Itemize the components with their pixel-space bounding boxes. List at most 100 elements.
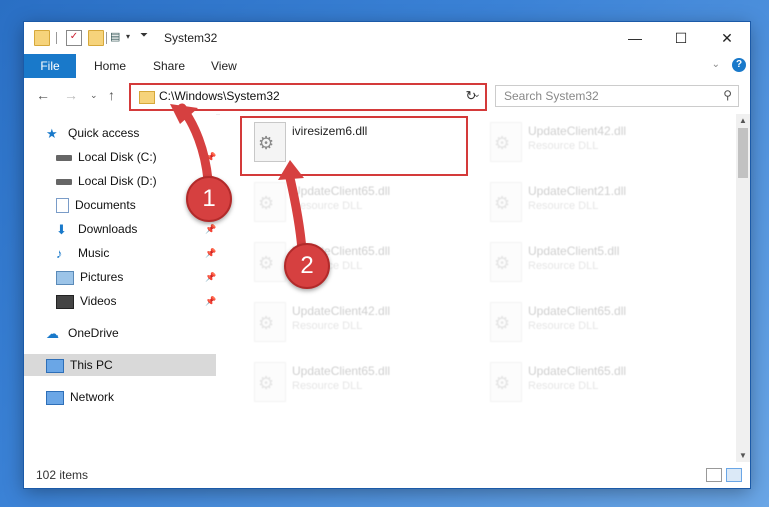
sidebar-item-label: Documents <box>75 198 136 212</box>
file-type: Resource DLL <box>528 260 599 272</box>
tab-file[interactable]: File <box>24 54 76 78</box>
sidebar-item-downloads[interactable]: ⬇ Downloads <box>56 218 137 240</box>
file-list: ⚙ iviresizem6.dll ⚙ UpdateClient42.dll R… <box>220 114 736 462</box>
pin-icon[interactable]: 📌 <box>205 272 216 283</box>
item-count: 102 items <box>36 468 89 482</box>
file-name: UpdateClient65.dll <box>292 364 391 378</box>
sidebar-item-label: Local Disk (C:) <box>78 150 157 164</box>
videos-icon <box>56 294 74 309</box>
status-bar: 102 items <box>24 462 750 488</box>
dll-file-icon: ⚙ <box>490 302 522 342</box>
file-item[interactable]: ⚙ UpdateClient65.dll Resource DLL <box>482 298 682 348</box>
file-item[interactable]: ⚙ UpdateClient42.dll Resource DLL <box>246 298 446 348</box>
file-type: Resource DLL <box>528 380 599 392</box>
close-button[interactable]: ✕ <box>704 22 750 54</box>
file-type: Resource DLL <box>528 200 599 212</box>
quick-access-toolbar-icon[interactable]: ▤ <box>110 30 124 44</box>
documents-icon <box>56 198 69 214</box>
pin-icon[interactable]: 📌 <box>205 248 216 259</box>
expand-ribbon-chevron-icon[interactable]: ⌄ <box>712 59 720 70</box>
toolbar-dropdown-icon[interactable]: ⏷ <box>140 30 148 41</box>
sidebar-item-music[interactable]: ♪ Music <box>56 242 109 264</box>
sidebar-item-label: This PC <box>70 358 113 372</box>
drive-icon <box>56 178 72 185</box>
file-item[interactable]: ⚙ UpdateClient65.dll Resource DLL <box>246 238 446 288</box>
search-icon[interactable]: ⚲ <box>723 88 732 102</box>
sidebar-item-videos[interactable]: Videos <box>56 290 116 312</box>
file-item[interactable]: ⚙ UpdateClient65.dll Resource DLL <box>482 358 682 408</box>
maximize-button[interactable]: ☐ <box>658 22 704 54</box>
music-icon: ♪ <box>56 245 63 261</box>
minimize-button[interactable]: — <box>612 22 658 54</box>
tab-home[interactable]: Home <box>94 54 126 78</box>
recent-locations-chevron-icon[interactable]: ⌄ <box>90 90 98 101</box>
new-folder-icon[interactable] <box>88 30 104 46</box>
sidebar-item-this-pc[interactable]: This PC <box>24 354 216 376</box>
scroll-thumb[interactable] <box>738 128 748 178</box>
refresh-button[interactable]: ↻ <box>461 86 481 106</box>
sidebar-item-label: Quick access <box>68 126 140 140</box>
scroll-down-arrow-icon[interactable]: ▼ <box>739 451 747 460</box>
customize-toolbar-chevron-icon[interactable]: ▾ <box>126 32 130 41</box>
sidebar-item-quick-access[interactable]: ★ Quick access <box>46 122 139 144</box>
gear-icon: ⚙ <box>258 253 275 273</box>
tab-share[interactable]: Share <box>153 54 185 78</box>
tab-view[interactable]: View <box>211 54 237 78</box>
file-name: UpdateClient21.dll <box>528 184 627 198</box>
file-name: UpdateClient42.dll <box>292 304 391 318</box>
sidebar-item-local-disk-c[interactable]: Local Disk (C:) <box>56 146 157 168</box>
gear-icon: ⚙ <box>494 133 511 153</box>
gear-icon: ⚙ <box>494 373 511 393</box>
gear-icon: ⚙ <box>494 313 511 333</box>
help-icon[interactable]: ? <box>732 58 746 72</box>
sidebar-item-network[interactable]: Network <box>46 386 114 408</box>
dll-file-icon: ⚙ <box>254 302 286 342</box>
address-bar[interactable]: C:\Windows\System32 ⌄ <box>129 83 487 111</box>
sidebar-item-onedrive[interactable]: ☁ OneDrive <box>46 322 119 344</box>
vertical-scrollbar[interactable]: ▲ ▼ <box>736 114 750 462</box>
file-name: UpdateClient5.dll <box>528 244 620 258</box>
large-icons-view-icon[interactable] <box>726 468 742 482</box>
sidebar-item-label: Pictures <box>80 270 124 284</box>
file-item[interactable]: ⚙ UpdateClient42.dll Resource DLL <box>482 118 682 168</box>
file-type: Resource DLL <box>292 200 363 212</box>
forward-button[interactable]: → <box>64 87 78 103</box>
computer-icon <box>46 358 64 373</box>
drive-icon <box>56 154 72 161</box>
back-button[interactable]: ← <box>36 87 50 103</box>
file-item[interactable]: ⚙ UpdateClient65.dll Resource DLL <box>246 178 446 228</box>
file-type: Resource DLL <box>528 320 599 332</box>
pin-icon[interactable]: 📌 <box>205 296 216 307</box>
navigation-bar: ← → ⌄ ↑ C:\Windows\System32 ⌄ ↻ Search S… <box>24 78 750 115</box>
dll-file-icon: ⚙ <box>254 182 286 222</box>
sidebar-item-label: Local Disk (D:) <box>78 174 157 188</box>
scroll-up-arrow-icon[interactable]: ▲ <box>739 116 747 125</box>
folder-icon[interactable] <box>34 30 50 46</box>
address-path[interactable]: C:\Windows\System32 <box>159 89 280 103</box>
dll-file-icon: ⚙ <box>254 242 286 282</box>
pin-icon[interactable]: 📌 <box>205 152 216 163</box>
sidebar-item-label: Videos <box>80 294 117 308</box>
file-item[interactable]: ⚙ UpdateClient5.dll Resource DLL <box>482 238 682 288</box>
up-button[interactable]: ↑ <box>108 87 115 103</box>
title-bar: ✓ ▤ ▾ ⏷ System32 — ☐ ✕ <box>24 22 750 54</box>
sidebar-item-pictures[interactable]: Pictures <box>56 266 123 288</box>
file-explorer-window: ✓ ▤ ▾ ⏷ System32 — ☐ ✕ File Home Share V… <box>24 22 750 488</box>
file-item[interactable]: ⚙ UpdateClient21.dll Resource DLL <box>482 178 682 228</box>
file-name: UpdateClient65.dll <box>292 184 391 198</box>
sidebar-item-label: Music <box>78 246 110 260</box>
file-type: Resource DLL <box>292 320 363 332</box>
folder-icon <box>139 91 155 104</box>
pin-icon[interactable]: 📌 <box>205 224 216 235</box>
callout-badge-1: 1 <box>186 176 232 222</box>
sidebar-item-label: OneDrive <box>68 326 119 340</box>
file-item[interactable]: ⚙ UpdateClient65.dll Resource DLL <box>246 358 446 408</box>
search-input[interactable]: Search System32 ⚲ <box>495 85 739 107</box>
sidebar-item-local-disk-d[interactable]: Local Disk (D:) <box>56 170 157 192</box>
details-view-icon[interactable] <box>706 468 722 482</box>
file-name: UpdateClient65.dll <box>528 304 627 318</box>
search-placeholder: Search System32 <box>504 89 599 103</box>
pictures-icon <box>56 270 74 285</box>
properties-check-icon[interactable]: ✓ <box>66 30 82 46</box>
sidebar-item-documents[interactable]: Documents <box>56 194 136 216</box>
